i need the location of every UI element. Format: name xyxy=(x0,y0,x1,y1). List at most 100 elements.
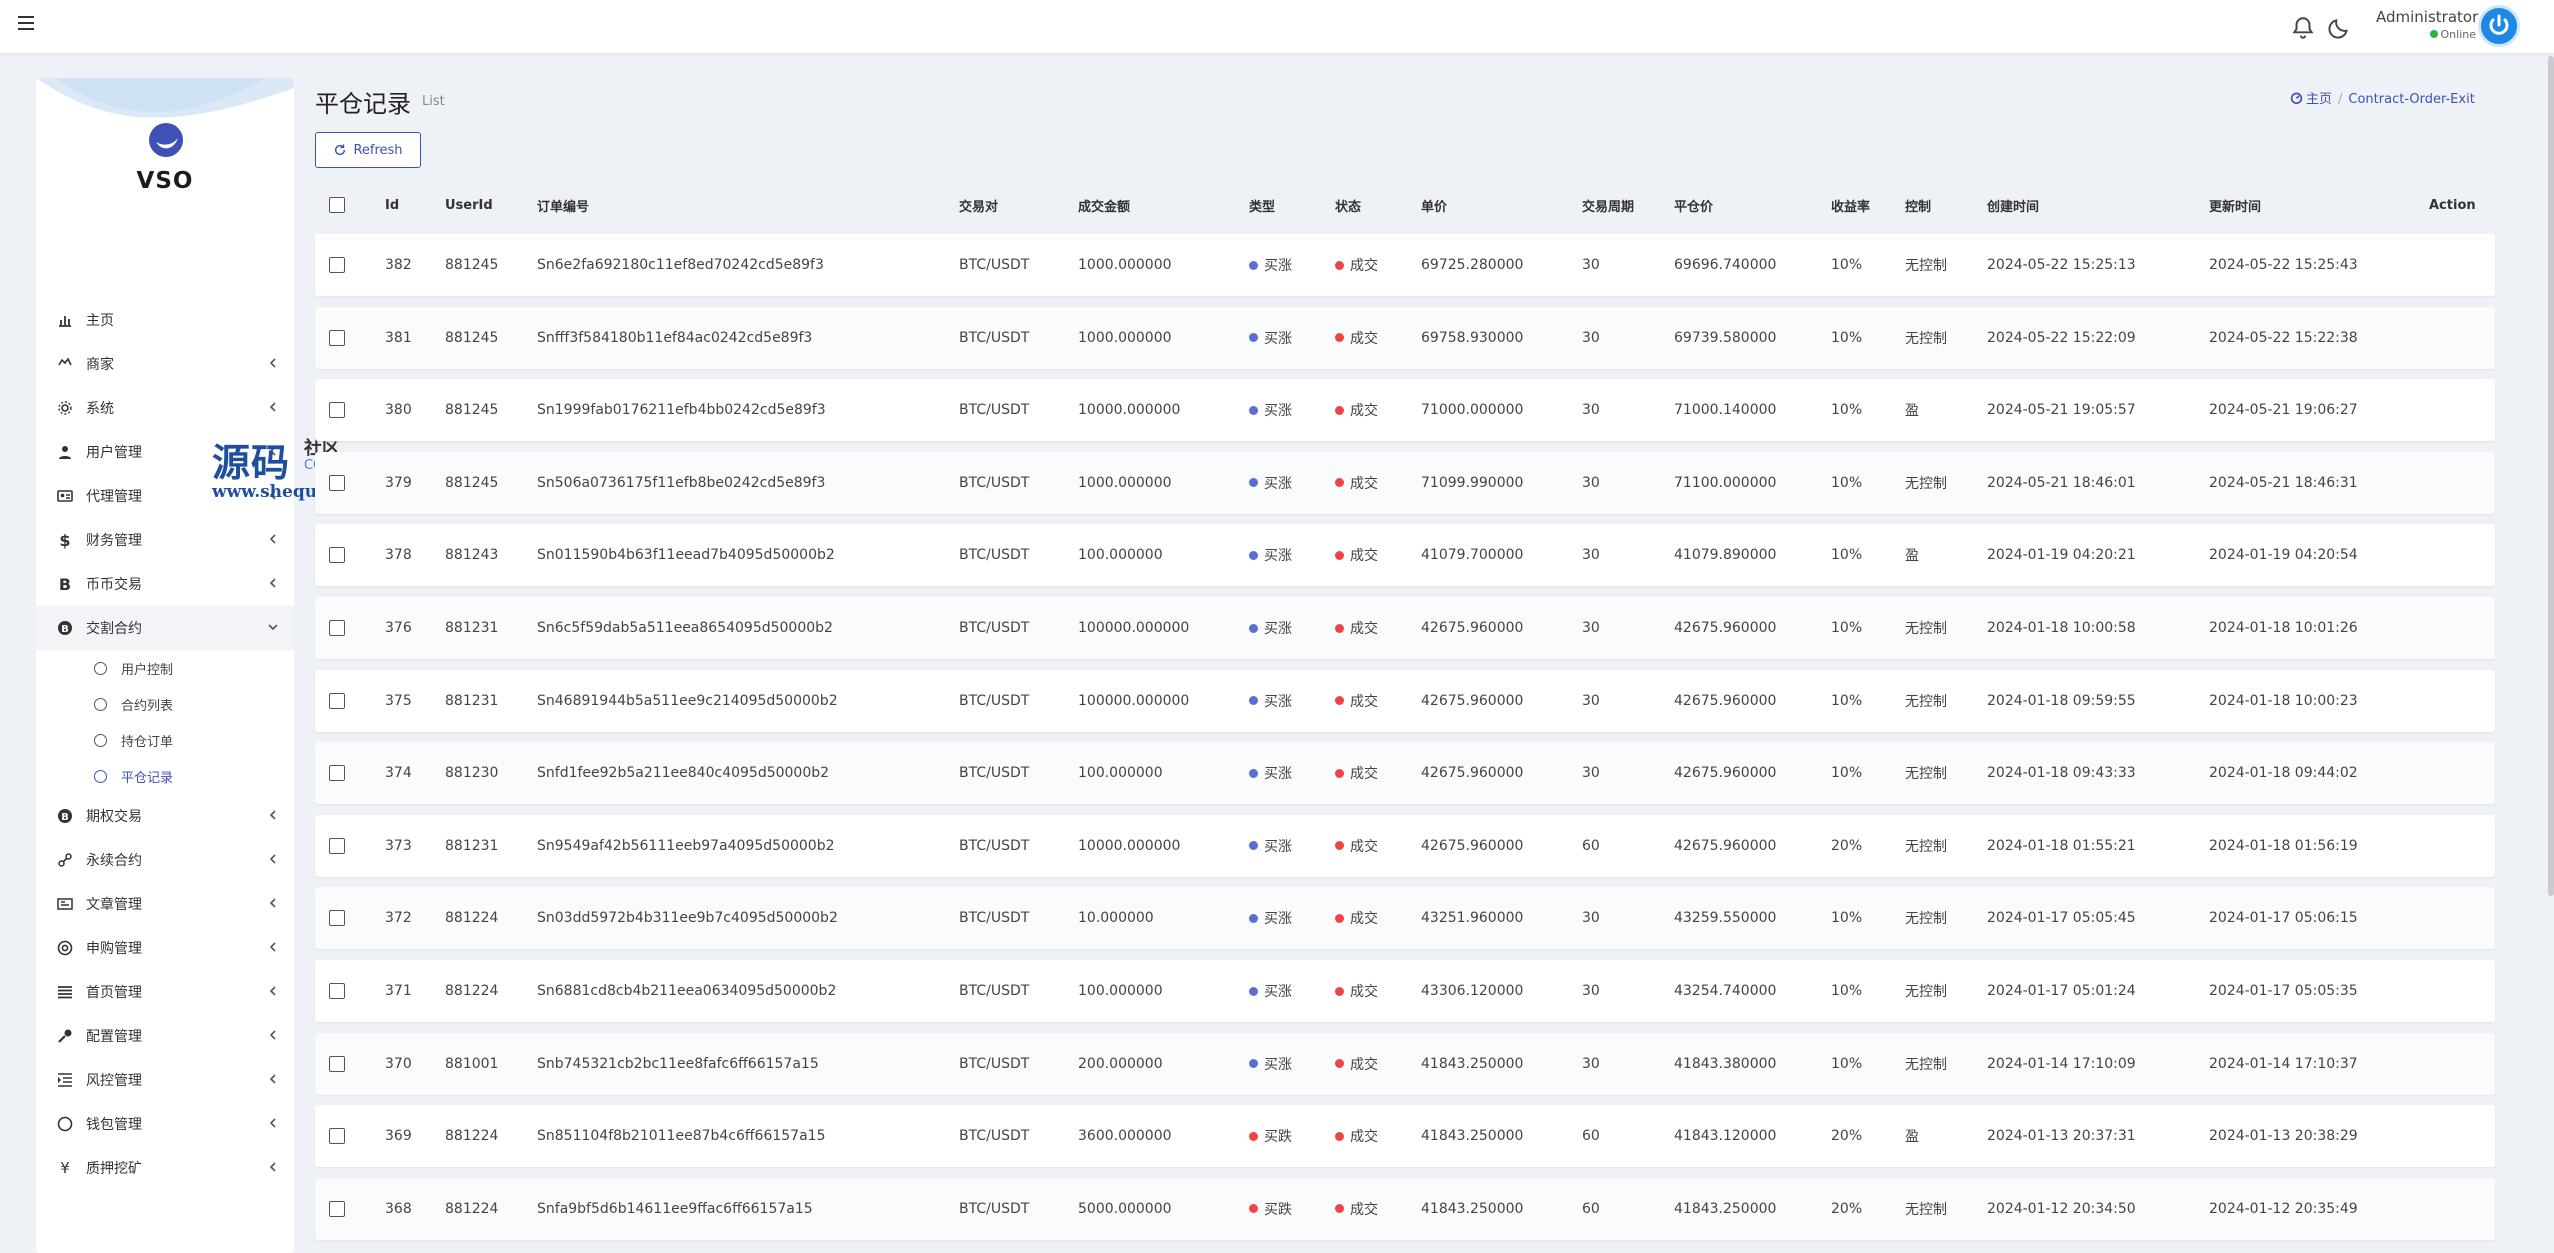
table-cell: 买涨 xyxy=(1249,524,1292,586)
sidebar-item-6[interactable]: B 币币交易 xyxy=(36,562,294,606)
circle-icon xyxy=(94,733,107,747)
row-checkbox[interactable] xyxy=(329,474,345,491)
column-header[interactable]: 平仓价 xyxy=(1674,188,1713,222)
id-card-icon xyxy=(56,487,74,505)
table-cell: 2024-01-19 04:20:21 xyxy=(1987,547,2136,564)
sidebar-item-14[interactable]: 风控管理 xyxy=(36,1058,294,1102)
sidebar-item-0[interactable]: 主页 xyxy=(36,298,294,342)
status-dot-icon xyxy=(1335,913,1344,923)
column-header[interactable]: 类型 xyxy=(1249,188,1275,222)
table-cell: 20% xyxy=(1831,1200,1863,1217)
svg-text:B: B xyxy=(61,812,69,823)
table-cell: 2024-05-21 18:46:31 xyxy=(2209,474,2358,491)
avatar[interactable] xyxy=(2478,5,2520,47)
column-header[interactable]: Id xyxy=(385,188,399,222)
row-checkbox[interactable] xyxy=(329,1055,345,1072)
row-checkbox[interactable] xyxy=(329,402,345,419)
row-checkbox[interactable] xyxy=(329,837,345,854)
table-cell: 30 xyxy=(1582,765,1600,782)
bell-icon[interactable] xyxy=(2290,15,2316,41)
ship-icon xyxy=(56,355,74,373)
column-header[interactable]: 更新时间 xyxy=(2209,188,2261,222)
sidebar-item-4[interactable]: 代理管理 xyxy=(36,474,294,518)
table-cell: Sn1999fab0176211efb4bb0242cd5e89f3 xyxy=(537,402,826,419)
status-dot-icon xyxy=(1335,623,1344,633)
table-cell: Snb745321cb2bc11ee8fafc6ff66157a15 xyxy=(537,1055,819,1072)
table-cell: 30 xyxy=(1582,1055,1600,1072)
column-header[interactable]: 成交金额 xyxy=(1078,188,1130,222)
page-scrollbar[interactable] xyxy=(2548,56,2554,896)
table-cell: 2024-01-17 05:05:35 xyxy=(2209,983,2358,999)
column-header[interactable]: 收益率 xyxy=(1831,188,1870,222)
column-header[interactable]: UserId xyxy=(445,188,493,222)
table-cell: 2024-01-19 04:20:54 xyxy=(2209,547,2358,564)
sidebar-item-label: 文章管理 xyxy=(86,897,142,913)
table-cell: 1000.000000 xyxy=(1078,257,1172,273)
table-cell: 30 xyxy=(1582,474,1600,491)
row-checkbox[interactable] xyxy=(329,547,345,564)
sidebar-item-12[interactable]: 首页管理 xyxy=(36,970,294,1014)
row-checkbox[interactable] xyxy=(329,620,345,636)
table-cell: 2024-01-18 10:01:26 xyxy=(2209,620,2358,636)
row-checkbox[interactable] xyxy=(329,329,345,346)
bitcoin-circle-icon: B xyxy=(56,619,74,637)
table-cell: Sn6c5f59dab5a511eea8654095d50000b2 xyxy=(537,620,833,636)
sidebar-item-7[interactable]: B 交割合约 xyxy=(36,606,294,650)
sidebar-item-5[interactable]: $ 财务管理 xyxy=(36,518,294,562)
sidebar-item-16[interactable]: ¥ 质押挖矿 xyxy=(36,1146,294,1190)
sidebar-item-15[interactable]: 钱包管理 xyxy=(36,1102,294,1146)
row-checkbox[interactable] xyxy=(329,1200,345,1217)
sidebar-item-label: 商家 xyxy=(86,357,114,373)
table-cell: 买涨 xyxy=(1249,1033,1292,1095)
moon-icon[interactable] xyxy=(2326,15,2352,41)
column-header[interactable]: 交易对 xyxy=(959,188,998,222)
column-header[interactable]: 控制 xyxy=(1905,188,1931,222)
admin-name[interactable]: Administrator xyxy=(2376,8,2478,26)
sidebar-item-9[interactable]: 永续合约 xyxy=(36,838,294,882)
sidebar-item-11[interactable]: 申购管理 xyxy=(36,926,294,970)
column-header[interactable]: 单价 xyxy=(1421,188,1447,222)
row-checkbox[interactable] xyxy=(329,910,345,927)
sidebar-subitem-2[interactable]: 持仓订单 xyxy=(36,722,294,758)
type-dot-icon xyxy=(1249,768,1258,778)
sidebar-item-label: 财务管理 xyxy=(86,533,142,549)
sidebar-item-2[interactable]: 系统 xyxy=(36,386,294,430)
table-cell: 41843.250000 xyxy=(1421,1055,1524,1072)
table-row: 376 881231 Sn6c5f59dab5a511eea8654095d5000… xyxy=(315,597,2495,659)
row-checkbox[interactable] xyxy=(329,257,345,273)
sidebar-subitem-1[interactable]: 合约列表 xyxy=(36,686,294,722)
table-cell: 41843.380000 xyxy=(1674,1055,1777,1072)
sidebar-subitem-3[interactable]: 平仓记录 xyxy=(36,758,294,794)
status-dot-icon xyxy=(1335,841,1344,851)
table-cell: 41843.120000 xyxy=(1674,1128,1777,1145)
table-cell: 买涨 xyxy=(1249,742,1292,804)
column-header[interactable]: 订单编号 xyxy=(537,188,589,222)
row-checkbox[interactable] xyxy=(329,1128,345,1145)
sidebar-item-13[interactable]: 配置管理 xyxy=(36,1014,294,1058)
column-header[interactable]: 创建时间 xyxy=(1987,188,2039,222)
sidebar-item-3[interactable]: 用户管理 xyxy=(36,430,294,474)
row-checkbox[interactable] xyxy=(329,692,345,709)
sidebar-item-1[interactable]: 商家 xyxy=(36,342,294,386)
column-header[interactable]: 状态 xyxy=(1335,188,1361,222)
column-header[interactable]: 交易周期 xyxy=(1582,188,1634,222)
sidebar-item-label: 永续合约 xyxy=(86,853,142,869)
sidebar-item-label: 首页管理 xyxy=(86,985,142,1001)
sidebar-item-10[interactable]: 文章管理 xyxy=(36,882,294,926)
row-checkbox[interactable] xyxy=(329,983,345,999)
sidebar-subitem-0[interactable]: 用户控制 xyxy=(36,650,294,686)
table-cell: Sn46891944b5a511ee9c214095d50000b2 xyxy=(537,692,838,709)
sidebar-item-label: 用户管理 xyxy=(86,445,142,461)
sidebar-item-label: 配置管理 xyxy=(86,1029,142,1045)
circle-icon xyxy=(94,769,107,783)
row-checkbox[interactable] xyxy=(329,765,345,782)
table-cell: 无控制 xyxy=(1905,984,1947,1000)
menu-toggle-icon[interactable] xyxy=(18,12,40,34)
breadcrumb-home[interactable]: 主页 xyxy=(2306,92,2332,107)
type-dot-icon xyxy=(1249,1059,1258,1069)
refresh-button[interactable]: Refresh xyxy=(315,132,421,168)
table-cell: 30 xyxy=(1582,257,1600,273)
select-all-checkbox[interactable] xyxy=(329,197,345,213)
sidebar-item-8[interactable]: B 期权交易 xyxy=(36,794,294,838)
table-cell: 371 xyxy=(385,983,412,999)
